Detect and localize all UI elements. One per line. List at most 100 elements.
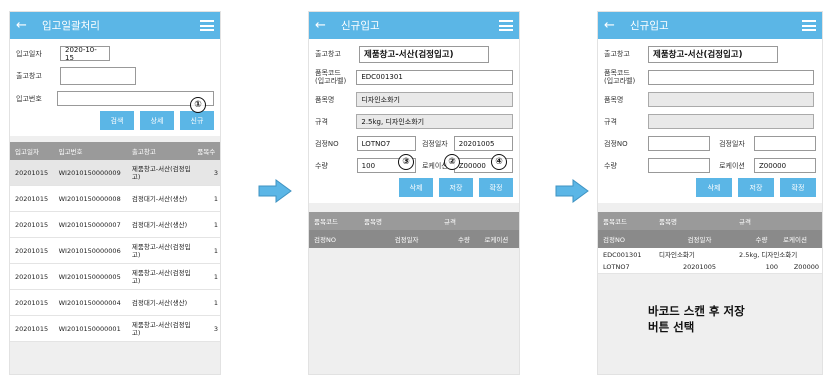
lot-row: 검정NO LOTNO7 검정일자 20201005 (315, 134, 513, 153)
item-name-label: 품목명 (315, 95, 335, 104)
save-button[interactable]: 저장 (439, 178, 473, 197)
lot-field[interactable]: LOTNO7 (356, 136, 416, 151)
inspect-date-field[interactable] (754, 136, 816, 151)
search-button[interactable]: 검색 (100, 111, 134, 130)
row-count: 1 (213, 272, 219, 281)
date-field[interactable]: 2020-10-15 (60, 46, 110, 62)
col-qty: 수량 (755, 236, 768, 244)
col-qty: 수량 (458, 236, 470, 244)
screen-batch-receipt: ← 입고일괄처리 입고일자 2020-10-15 출고창고 입고번호 검색 상세… (9, 11, 221, 375)
row-qty: 100 (765, 263, 778, 271)
col-lot: 검정NO (314, 236, 336, 244)
item-code-field[interactable] (648, 69, 814, 85)
receipt-form: 출고창고 제품창고-서산(검정입고) 품목코드 (입고라벨) 품목명 규격 검정… (598, 39, 822, 203)
table-row[interactable]: 20201015 WI2010150000009 제품창고-서산(검정입고) 3 (10, 160, 220, 186)
row-warehouse: 제품창고-서산(검정입고) (131, 268, 191, 285)
item-code-row: 품목코드 (입고라벨) EDC001301 (315, 67, 513, 87)
row-date: 20201015 (15, 298, 49, 307)
confirm-button[interactable]: 확정 (479, 178, 513, 197)
row-number: WI2010150000006 (58, 246, 121, 255)
row-date: 20201015 (15, 194, 49, 203)
lot-label: 검정NO (315, 139, 339, 148)
table-header-bottom: 검정NO 검정일자 수량 로케이션 (309, 230, 519, 248)
app-bar: ← 신규입고 (309, 12, 519, 39)
item-name-row: 품목명 (604, 90, 816, 109)
date-row: 입고일자 2020-10-15 (16, 44, 214, 63)
qty-field[interactable] (648, 158, 710, 173)
item-code-label: 품목코드 (입고라벨) (315, 69, 347, 85)
screen-new-receipt: ← 신규입고 출고창고 제품창고-서산(검정입고) 품목코드 (입고라벨) ED… (308, 11, 520, 375)
location-field[interactable]: Z00000 (754, 158, 816, 173)
inspect-date-label: 검정일자 (421, 139, 448, 148)
warehouse-label: 출고창고 (604, 50, 630, 58)
col-item-code: 품목코드 (314, 218, 338, 226)
warehouse-field[interactable] (60, 67, 136, 85)
row-inspect-date: 20201005 (682, 263, 717, 271)
delete-button[interactable]: 삭제 (399, 178, 433, 197)
inspect-date-label: 검정일자 (719, 139, 745, 148)
lot-field[interactable] (648, 136, 710, 151)
col-warehouse: 출고창고 (131, 148, 156, 156)
confirm-button[interactable]: 확정 (780, 178, 816, 197)
button-bar: 검색 상세 신규 (16, 111, 214, 130)
col-lot: 검정NO (603, 236, 625, 244)
date-label: 입고일자 (16, 49, 42, 58)
table-row[interactable]: 20201015 WI2010150000006 제품창고-서산(검정입고) 1 (10, 238, 220, 264)
app-bar: ← 신규입고 (598, 12, 822, 39)
step-badge-1: ① (190, 97, 206, 113)
table-header-top: 품목코드 품목명 규격 (598, 212, 822, 230)
table-row[interactable]: LOTNO7 20201005 100 Z00000 (598, 261, 822, 274)
search-form: 입고일자 2020-10-15 출고창고 입고번호 검색 상세 신규 (10, 39, 220, 136)
instruction-note: 바코드 스캔 후 저장 버튼 선택 (648, 303, 818, 335)
table-row[interactable]: 20201015 WI2010150000008 검정대기-서산(생산) 1 (10, 186, 220, 212)
hamburger-menu-icon[interactable] (802, 20, 816, 31)
button-bar: 삭제 저장 확정 (604, 178, 816, 197)
new-button[interactable]: 신규 (180, 111, 214, 130)
detail-button[interactable]: 상세 (140, 111, 174, 130)
qty-row: 수량 100 로케이션 Z00000 (315, 156, 513, 175)
item-name-label: 품목명 (604, 95, 624, 104)
table-row[interactable]: 20201015 WI2010150000004 검정대기-서산(생산) 1 (10, 290, 220, 316)
item-code-field[interactable]: EDC001301 (356, 69, 513, 85)
table-header-bottom: 검정NO 검정일자 수량 로케이션 (598, 230, 822, 248)
spec-label: 규격 (315, 117, 328, 126)
hamburger-menu-icon[interactable] (200, 20, 214, 31)
col-inspect-date: 검정일자 (394, 236, 419, 244)
row-warehouse: 검정대기-서산(생산) (131, 220, 188, 229)
col-count: 품목수 (197, 148, 216, 156)
col-item-name: 품목명 (364, 218, 382, 226)
lot-row: 검정NO 검정일자 (604, 134, 816, 153)
table-row[interactable]: EDC001301 디자인소화기 2.5kg, 디자인소화기 (598, 248, 822, 261)
qty-label: 수량 (604, 161, 617, 170)
hamburger-menu-icon[interactable] (499, 20, 513, 31)
warehouse-row: 출고창고 (16, 66, 214, 86)
button-bar: 삭제 저장 확정 (315, 178, 513, 197)
back-arrow-icon[interactable]: ← (315, 18, 333, 33)
warehouse-field[interactable]: 제품창고-서산(검정입고) (648, 45, 778, 63)
row-lot: LOTNO7 (603, 263, 630, 271)
table-row[interactable]: 20201015 WI2010150000005 제품창고-서산(검정입고) 1 (10, 264, 220, 290)
warehouse-label: 출고창고 (16, 72, 42, 80)
step-badge-3: ③ (398, 154, 414, 170)
back-arrow-icon[interactable]: ← (604, 18, 622, 33)
row-date: 20201015 (15, 324, 49, 333)
table-row[interactable]: 20201015 WI2010150000007 검정대기-서산(생산) 1 (10, 212, 220, 238)
row-number: WI2010150000004 (58, 298, 121, 307)
back-arrow-icon[interactable]: ← (16, 18, 34, 33)
save-button[interactable]: 저장 (738, 178, 774, 197)
row-warehouse: 제품창고-서산(검정입고) (131, 320, 191, 337)
warehouse-field[interactable]: 제품창고-서산(검정입고) (359, 45, 489, 63)
inspect-date-field[interactable]: 20201005 (453, 136, 513, 151)
row-count: 3 (213, 324, 219, 333)
location-label: 로케이션 (719, 161, 745, 170)
item-name-field: 디자인소화기 (356, 92, 513, 107)
table-row[interactable]: 20201015 WI2010150000001 제품창고-서산(검정입고) 3 (10, 316, 220, 342)
row-date: 20201015 (15, 220, 49, 229)
item-name-field (648, 92, 814, 107)
warehouse-label: 출고창고 (315, 50, 341, 58)
row-warehouse: 검정대기-서산(생산) (131, 194, 188, 203)
col-location: 로케이션 (783, 236, 807, 244)
col-spec: 규격 (739, 218, 751, 226)
delete-button[interactable]: 삭제 (696, 178, 732, 197)
row-number: WI2010150000005 (58, 272, 121, 281)
